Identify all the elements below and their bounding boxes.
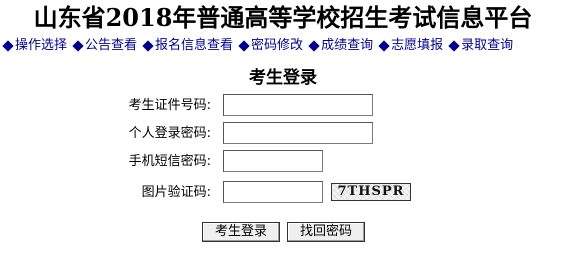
nav-item-admission-query[interactable]: 录取查询 xyxy=(448,37,513,55)
nav-item-label: 公告查看 xyxy=(85,38,138,53)
password-label: 个人登录密码: xyxy=(128,126,211,141)
diamond-icon xyxy=(142,40,154,52)
login-button[interactable]: 考生登录 xyxy=(202,222,280,242)
candidate-id-label: 考生证件号码: xyxy=(128,98,211,113)
diamond-icon xyxy=(2,40,14,52)
diamond-icon xyxy=(238,40,250,52)
captcha-input[interactable] xyxy=(223,181,323,203)
nav-item-label: 录取查询 xyxy=(461,38,514,53)
diamond-icon xyxy=(448,40,460,52)
sms-code-row: 手机短信密码: xyxy=(0,150,566,174)
nav-item-registration-info[interactable]: 报名信息查看 xyxy=(142,37,233,55)
captcha-image[interactable]: 7THSPR xyxy=(331,183,411,201)
nav-item-label: 报名信息查看 xyxy=(155,38,234,53)
diamond-icon xyxy=(378,40,390,52)
diamond-icon xyxy=(308,40,320,52)
nav-item-application-fill[interactable]: 志愿填报 xyxy=(378,37,443,55)
nav-item-operation-select[interactable]: 操作选择 xyxy=(2,37,67,55)
recover-password-button[interactable]: 找回密码 xyxy=(287,222,365,242)
site-title: 山东省2018年普通高等学校招生考试信息平台 xyxy=(33,3,533,32)
diamond-icon xyxy=(72,40,84,52)
captcha-label: 图片验证码: xyxy=(141,185,211,200)
nav-item-announcements[interactable]: 公告查看 xyxy=(72,37,137,55)
sms-code-label: 手机短信密码: xyxy=(128,154,211,169)
password-input[interactable] xyxy=(223,122,373,144)
candidate-id-input[interactable] xyxy=(223,94,373,116)
captcha-row: 图片验证码: 7THSPR xyxy=(0,181,566,205)
nav-item-label: 志愿填报 xyxy=(391,38,444,53)
candidate-id-row: 考生证件号码: xyxy=(0,94,566,118)
nav-item-label: 成绩查询 xyxy=(321,38,374,53)
sms-code-input[interactable] xyxy=(223,150,323,172)
password-row: 个人登录密码: xyxy=(0,122,566,146)
nav-item-label: 密码修改 xyxy=(251,38,304,53)
nav-item-score-query[interactable]: 成绩查询 xyxy=(308,37,373,55)
nav-item-change-password[interactable]: 密码修改 xyxy=(238,37,303,55)
login-heading: 考生登录 xyxy=(249,68,317,88)
nav-item-label: 操作选择 xyxy=(15,38,68,53)
nav-bar: 操作选择 公告查看 报名信息查看 密码修改 成绩查询 志愿填报 录取查询 xyxy=(2,37,566,55)
